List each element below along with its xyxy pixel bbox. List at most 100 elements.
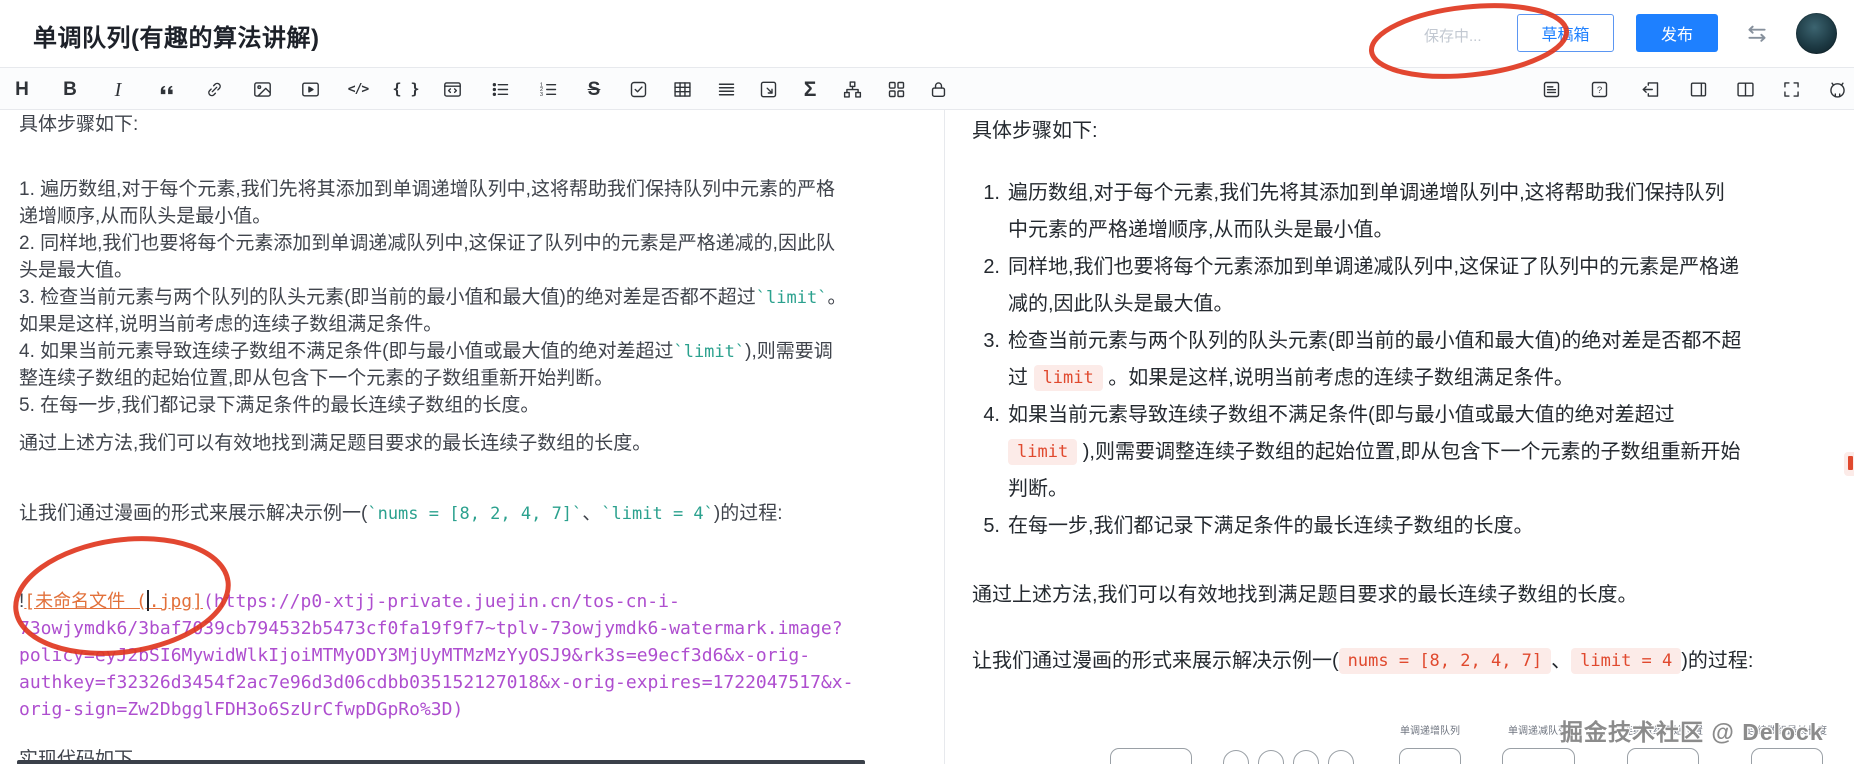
text-run: ),则需要调 [745, 341, 833, 362]
editor-line[interactable]: orig-sign=Zw2DbgglFDH3o6SzUrCfwpDGpRo%3D… [19, 696, 463, 723]
code-block-icon[interactable]: { } [388, 68, 424, 111]
text-run: 4. 如果当前元素导致连续子数组不满足条件(即与最小值或最大值的绝对差超过 [19, 341, 674, 362]
url-text: 73owjymdk6/3baf7039cb794532b5473cf0fa19f… [19, 618, 843, 639]
editor-line[interactable]: 通过上述方法,我们可以有效地找到满足题目要求的最长连续子数组的长度。 [19, 430, 651, 457]
formula-icon[interactable]: Σ [792, 68, 828, 111]
preview-list-line: 如果当前元素导致连续子数组不满足条件(即与最小值或最大值的绝对差超过 [1008, 397, 1675, 434]
url-text: (https://p0-xtjj-private.juejin.cn/tos-c… [202, 591, 680, 612]
diagram-box [1399, 748, 1461, 764]
text-run: 具体步骤如下: [19, 114, 139, 135]
text-run: 让我们通过漫画的形式来展示解决示例一( [972, 650, 1339, 672]
editor-line[interactable]: 递增顺序,从而队头是最小值。 [19, 203, 271, 230]
code-inline-icon[interactable]: </> [340, 68, 376, 111]
markdown-source-pane[interactable]: 具体步骤如下: 1. 遍历数组,对于每个元素,我们先将其添加到单调递增队列中,这将… [0, 110, 945, 764]
align-justify-icon[interactable] [708, 68, 744, 111]
editor-line[interactable]: 具体步骤如下: [19, 111, 138, 138]
task-list-icon[interactable] [620, 68, 656, 111]
swap-view-icon[interactable] [1744, 21, 1770, 47]
text-run: 检查当前元素与两个队列的队头元素(即当前的最小值和最大值)的绝对差是否都不超 [1008, 330, 1742, 352]
text-run: 头是最大值。 [19, 260, 134, 281]
preview-paragraph: 让我们通过漫画的形式来展示解决示例一(nums = [8, 2, 4, 7]、 l… [972, 643, 1753, 680]
text-run: 递增顺序,从而队头是最小值。 [19, 206, 272, 227]
text-run: 同样地,我们也要将每个元素添加到单调递减队列中,这保证了队列中的元素是严格递 [1008, 256, 1740, 278]
editor-line[interactable]: 让我们通过漫画的形式来展示解决示例一(`nums = [8, 2, 4, 7]`… [19, 500, 783, 527]
text-run: 遍历数组,对于每个元素,我们先将其添加到单调递增队列中,这将帮助我们保持队列 [1008, 182, 1725, 204]
editor-line[interactable]: 如果是这样,说明当前考虑的连续子数组满足条件。 [19, 311, 442, 338]
text-run: 中元素的严格递增顺序,从而队头是最小值。 [1008, 219, 1394, 241]
editor-line[interactable]: policy=eyJ2bSI6MywidWlkIjoiMTMyODY3MjUyM… [19, 642, 810, 669]
panel-right-icon[interactable] [1680, 68, 1716, 111]
import-icon[interactable] [1632, 68, 1668, 111]
editor-line[interactable]: ![未命名文件 (.jpg](https://p0-xtjj-private.j… [19, 588, 680, 615]
inline-code: `limit` [673, 342, 746, 362]
list-item-number: 3. [983, 330, 1000, 352]
editor-line[interactable]: 头是最大值。 [19, 257, 133, 284]
blockquote-icon[interactable] [148, 68, 184, 111]
text-run: 减的,因此队头是最大值。 [1008, 293, 1234, 315]
italic-icon[interactable]: I [100, 68, 136, 111]
fullscreen-icon[interactable] [1773, 68, 1809, 111]
text-run: 如果是这样,说明当前考虑的连续子数组满足条件。 [19, 314, 443, 335]
inline-code: `limit = 4` [601, 504, 714, 524]
editor-line[interactable]: 4. 如果当前元素导致连续子数组不满足条件(即与最小值或最大值的绝对差超过`li… [19, 338, 833, 365]
table-icon[interactable] [664, 68, 700, 111]
editor-line[interactable]: 1. 遍历数组,对于每个元素,我们先将其添加到单调递增队列中,这将帮助我们保持队… [19, 176, 835, 203]
user-avatar[interactable] [1796, 13, 1837, 54]
diagram-box [1627, 748, 1699, 764]
preview-list-line: 在每一步,我们都记录下满足条件的最长连续子数组的长度。 [1008, 508, 1534, 545]
inline-code: `nums = [8, 2, 4, 7]` [367, 504, 583, 524]
heading-icon[interactable]: H [4, 68, 40, 111]
panel-split-icon[interactable] [1727, 68, 1763, 111]
grid-icon[interactable] [878, 68, 914, 111]
diagram-circle [1258, 750, 1284, 764]
list-ordered-icon[interactable]: 123 [530, 68, 566, 111]
diagram-circle [1223, 750, 1249, 764]
image-icon[interactable] [244, 68, 280, 111]
community-watermark: 掘金技术社区 @ Delock [1560, 719, 1824, 745]
list-item-number: 2. [983, 256, 1000, 278]
video-icon[interactable] [292, 68, 328, 111]
text-run: 。 [827, 287, 847, 308]
bold-icon[interactable]: B [52, 68, 88, 111]
link-icon[interactable] [196, 68, 232, 111]
preview-paragraph: 具体步骤如下: [972, 120, 1098, 142]
lock-icon[interactable] [920, 68, 956, 111]
diagram-circle [1293, 750, 1319, 764]
help-icon[interactable]: ? [1581, 68, 1617, 111]
editor-line[interactable]: 2. 同样地,我们也要将每个元素添加到单调递减队列中,这保证了队列中的元素是严格… [19, 230, 835, 257]
text-run: 如果当前元素导致连续子数组不满足条件(即与最小值或最大值的绝对差超过 [1008, 404, 1675, 426]
editor-line[interactable]: 73owjymdk6/3baf7039cb794532b5473cf0fa19f… [19, 615, 843, 642]
diagram-icon[interactable] [834, 68, 870, 111]
link-text: .jpg] [148, 591, 203, 612]
url-text: policy=eyJ2bSI6MywidWlkIjoiMTMyODY3MjUyM… [19, 645, 811, 666]
preview-list-line: 减的,因此队头是最大值。 [1008, 286, 1234, 323]
inline-code: `limit` [755, 288, 828, 308]
draftbox-button[interactable]: 草稿箱 [1517, 14, 1614, 52]
editor-line[interactable]: 5. 在每一步,我们都记录下满足条件的最长连续子数组的长度。 [19, 392, 539, 419]
export-icon[interactable] [750, 68, 786, 111]
code-sandbox-icon[interactable] [434, 68, 470, 111]
header: 单调队列(有趣的算法讲解) 保存中... 草稿箱 发布 [0, 0, 1854, 67]
preview-list-line: 同样地,我们也要将每个元素添加到单调递减队列中,这保证了队列中的元素是严格递 [1008, 249, 1739, 286]
inline-code-chip: limit = 4 [1571, 648, 1682, 674]
document-title[interactable]: 单调队列(有趣的算法讲解) [33, 18, 319, 53]
list-unordered-icon[interactable] [482, 68, 518, 111]
editor-line[interactable]: authkey=f32326d3454f2ac7e96d3d06cdbb0351… [19, 669, 853, 696]
text-run: 整连续子数组的起始位置,即从包含下一个元素的子数组重新开始判断。 [19, 368, 614, 389]
publish-button[interactable]: 发布 [1636, 14, 1718, 52]
text-run: 让我们通过漫画的形式来展示解决示例一( [19, 503, 368, 524]
preview-list-line: 检查当前元素与两个队列的队头元素(即当前的最小值和最大值)的绝对差是否都不超 [1008, 323, 1741, 360]
toolbar: HBI</>{ }123SΣ ? NEWNEW [0, 67, 1854, 150]
text-run: 判断。 [1008, 478, 1068, 500]
outline-icon[interactable] [1533, 68, 1569, 111]
link-text: [未命名文件 ( [24, 591, 147, 612]
github-icon[interactable] [1819, 68, 1854, 111]
strikethrough-icon[interactable]: S [576, 68, 612, 111]
text-run: 3. 检查当前元素与两个队列的队头元素(即当前的最小值和最大值)的绝对差是否都不… [19, 287, 756, 308]
editor-line[interactable]: 3. 检查当前元素与两个队列的队头元素(即当前的最小值和最大值)的绝对差是否都不… [19, 284, 846, 311]
editor-line[interactable]: 整连续子数组的起始位置,即从包含下一个元素的子数组重新开始判断。 [19, 365, 613, 392]
preview-list-line: limit ),则需要调整连续子数组的起始位置,即从包含下一个元素的子数组重新开… [1008, 434, 1741, 471]
text-run: 、 [582, 503, 602, 524]
text-run: )的过程: [1681, 650, 1754, 672]
svg-text:?: ? [1596, 85, 1601, 96]
